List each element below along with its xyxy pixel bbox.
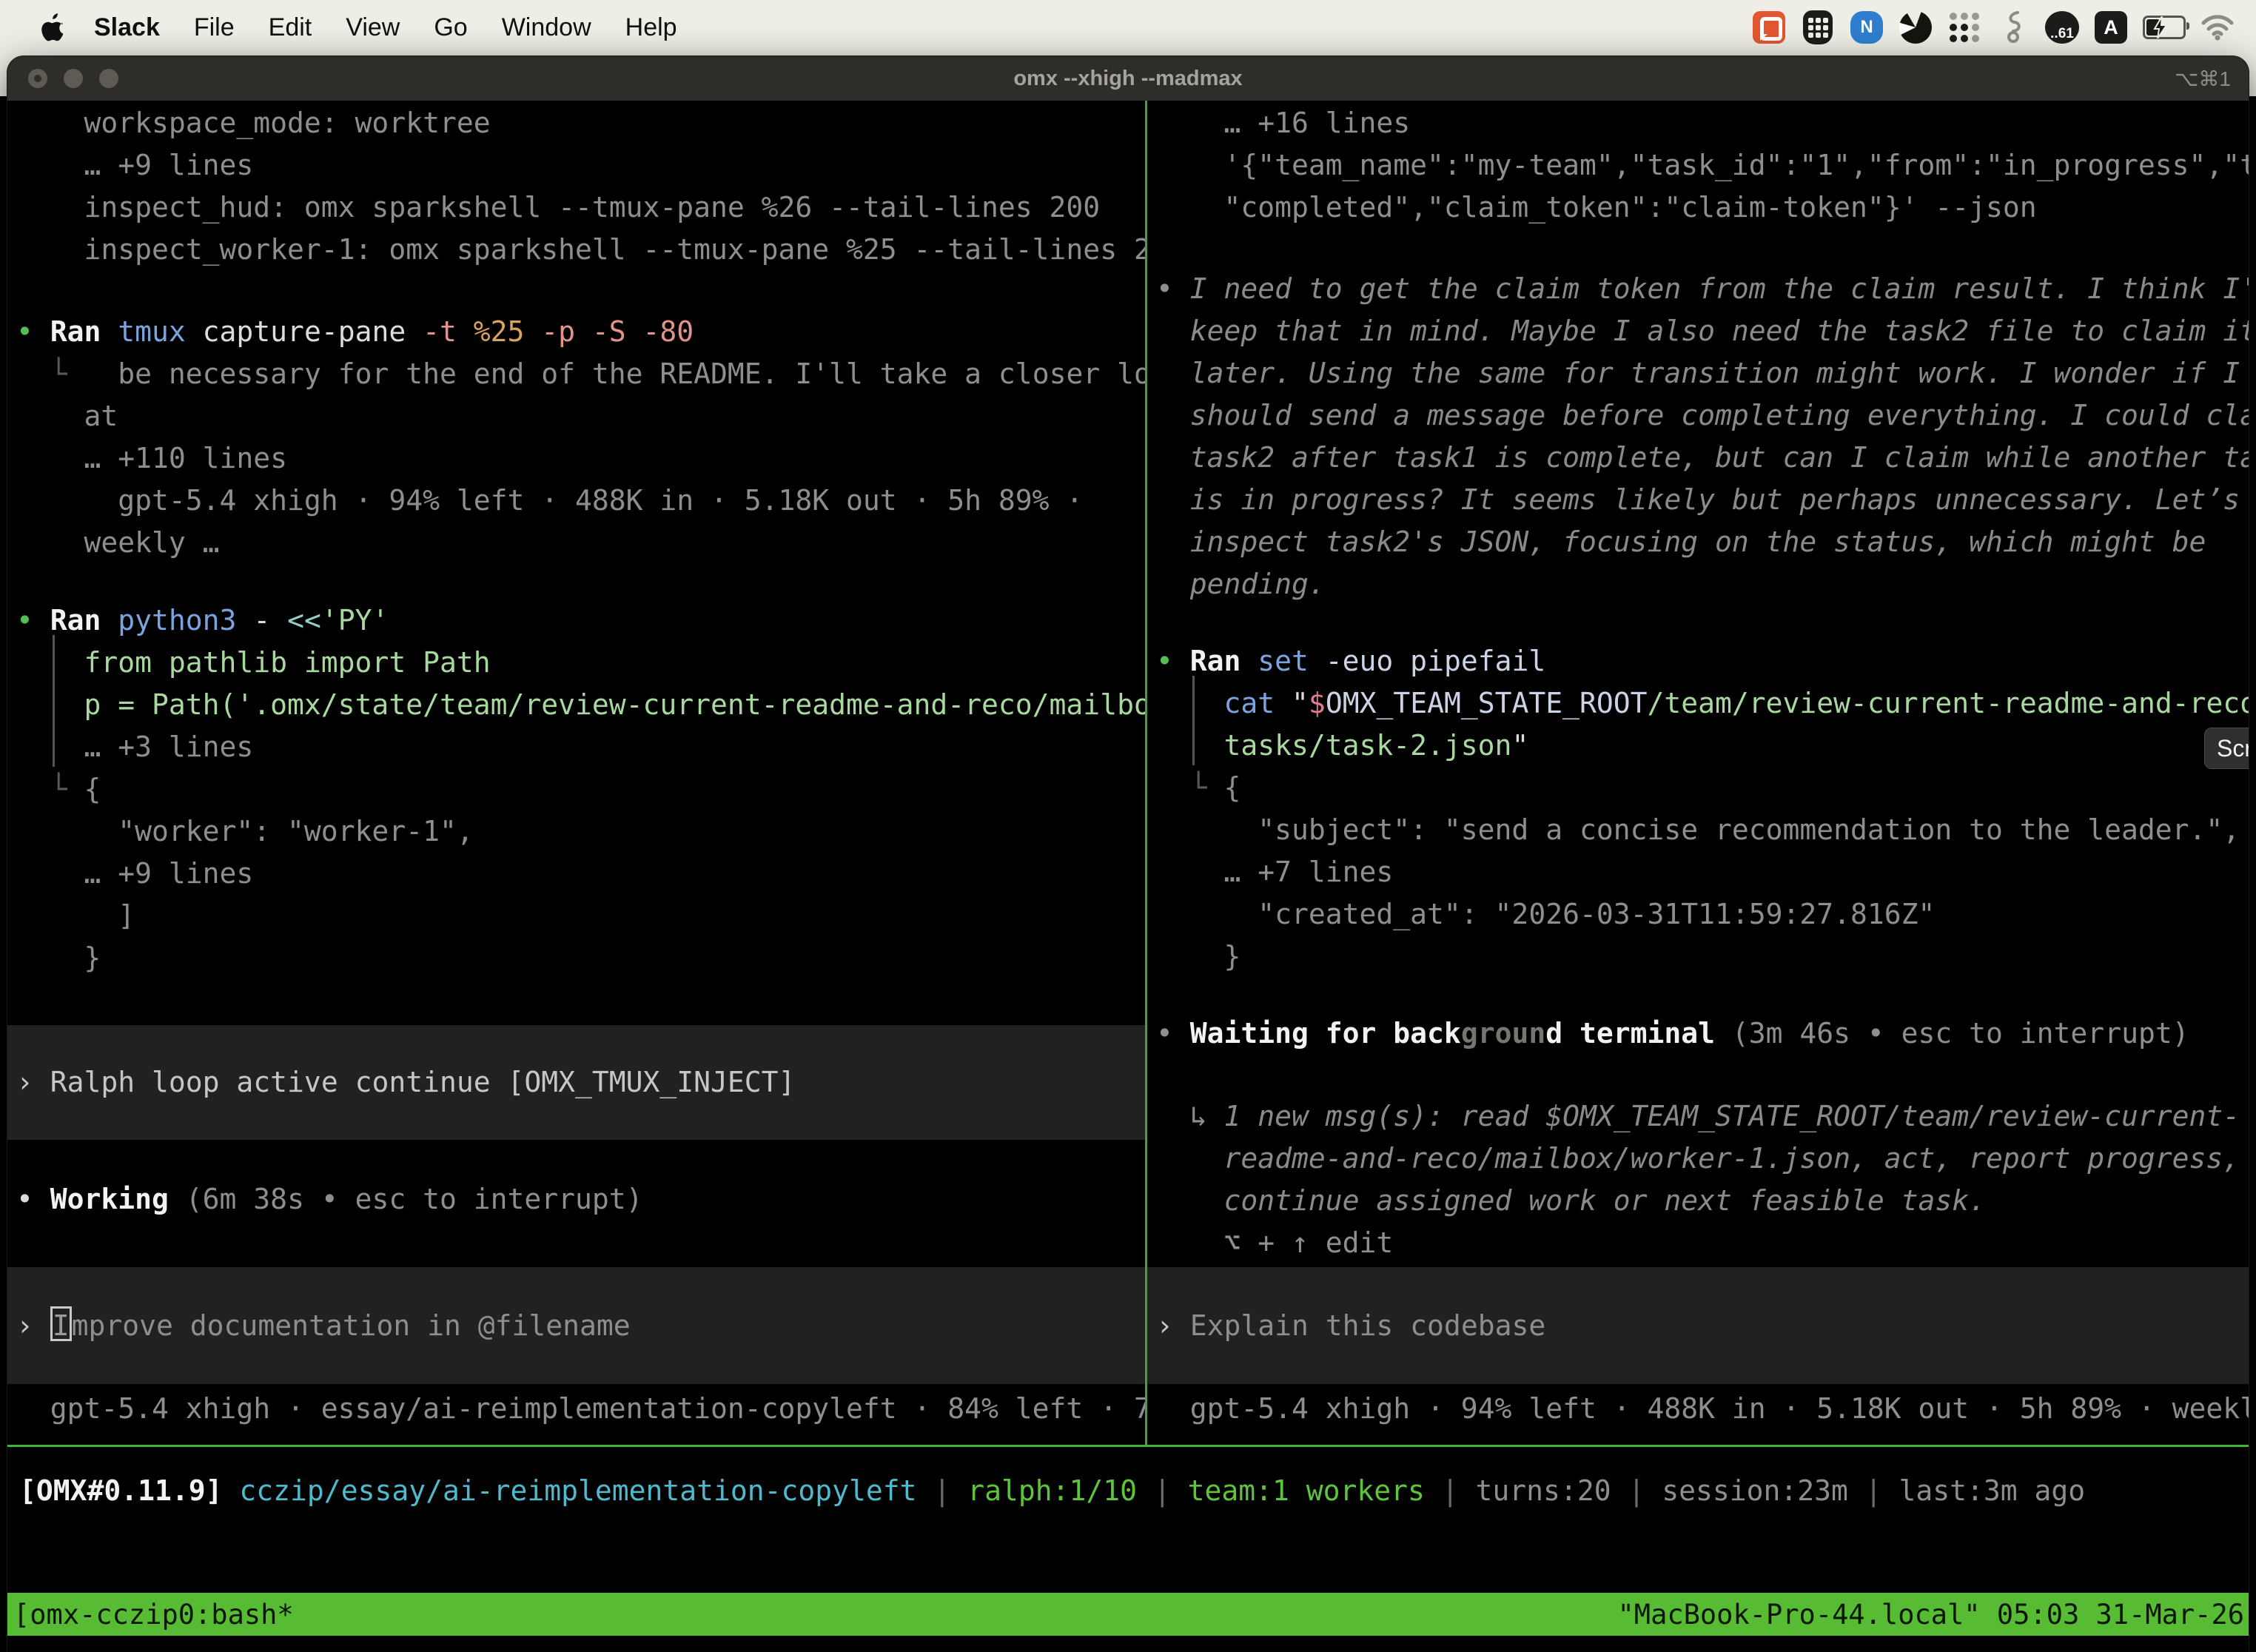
menu-bar: Slack File Edit View Go Window Help N xyxy=(0,0,2256,55)
right-thinking-block: • I need to get the claim token from the… xyxy=(1147,268,2249,605)
traffic-lights xyxy=(7,69,118,88)
keyboard-a-icon[interactable]: A xyxy=(2092,8,2130,47)
pane-right[interactable]: … +16 lines '{"team_name":"my-team","tas… xyxy=(1147,101,2249,1445)
tmux-status-bar: [omx-cczip0:bash* "MacBook-Pro-44.local"… xyxy=(7,1593,2249,1636)
wifi-icon[interactable] xyxy=(2198,8,2237,47)
dots-grid-icon[interactable] xyxy=(1945,8,1984,47)
ralph-loop-banner: › Ralph loop active continue [OMX_TMUX_I… xyxy=(7,1025,1145,1140)
menu-item-file[interactable]: File xyxy=(177,13,252,42)
hex-n-icon[interactable]: N xyxy=(1847,8,1886,47)
menu-item-view[interactable]: View xyxy=(329,13,417,42)
tree-connector xyxy=(1192,676,1205,765)
right-model-status-line: gpt-5.4 xhigh · 94% left · 488K in · 5.1… xyxy=(1147,1388,2249,1430)
window-shortcut: ⌥⌘1 xyxy=(2175,67,2231,91)
screen: Slack File Edit View Go Window Help N xyxy=(0,0,2256,1652)
right-message-block: ↳ 1 new msg(s): read $OMX_TEAM_STATE_ROO… xyxy=(1147,1095,2249,1264)
close-button[interactable] xyxy=(28,69,47,88)
apple-menu-icon[interactable] xyxy=(41,13,67,42)
prompt-input-right[interactable]: › Explain this codebase xyxy=(1147,1267,2249,1384)
left-log-block: workspace_mode: worktree … +9 lines insp… xyxy=(7,102,1145,271)
menu-bar-status-icons: N ..61 A xyxy=(1750,8,2256,47)
chat-app-icon[interactable] xyxy=(1750,8,1788,47)
window-title: omx --xhigh --madmax xyxy=(1013,67,1242,91)
right-cat-command-block: • Ran set -euo pipefail cat "$OMX_TEAM_S… xyxy=(1147,640,2249,978)
right-json-block: … +16 lines '{"team_name":"my-team","tas… xyxy=(1147,102,2249,229)
left-model-status-line: gpt-5.4 xhigh · essay/ai-reimplementatio… xyxy=(7,1388,1145,1430)
menu-item-window[interactable]: Window xyxy=(485,13,608,42)
terminal-content: workspace_mode: worktree … +9 lines insp… xyxy=(7,101,2249,1652)
zoom-button[interactable] xyxy=(99,69,118,88)
minimize-button[interactable] xyxy=(64,69,83,88)
hud-divider-line xyxy=(7,1445,2249,1447)
battery-icon[interactable] xyxy=(2141,8,2188,47)
menu-app-name[interactable]: Slack xyxy=(77,13,177,42)
tmux-session-label: [omx-cczip0:bash* xyxy=(7,1594,294,1636)
left-python-command-block: • Ran python3 - <<'PY' from pathlib impo… xyxy=(7,600,1145,979)
omx-hud-status-line: [OMX#0.11.9] cczip/essay/ai-reimplementa… xyxy=(7,1470,2249,1512)
menu-item-help[interactable]: Help xyxy=(608,13,694,42)
window-title-bar[interactable]: omx --xhigh --madmax ⌥⌘1 xyxy=(7,56,2249,101)
badge-61-icon[interactable]: ..61 xyxy=(2043,8,2081,47)
left-tmux-command-block: • Ran tmux capture-pane -t %25 -p -S -80… xyxy=(7,311,1145,564)
menu-item-edit[interactable]: Edit xyxy=(252,13,329,42)
terminal-window: omx --xhigh --madmax ⌥⌘1 workspace_mode:… xyxy=(7,56,2249,1652)
pane-left[interactable]: workspace_mode: worktree … +9 lines insp… xyxy=(7,101,1145,1445)
tree-connector xyxy=(53,635,65,767)
prompt-input-left[interactable]: › Improve documentation in @filename xyxy=(7,1267,1145,1384)
grid-shield-icon[interactable] xyxy=(1799,8,1837,47)
tmux-host-clock: "MacBook-Pro-44.local" 05:03 31-Mar-26 xyxy=(1618,1594,2249,1636)
working-status-line: • Working (6m 38s • esc to interrupt) xyxy=(7,1178,1145,1220)
waiting-status-line: • Waiting for background terminal (3m 46… xyxy=(1147,1013,2249,1055)
screen-share-overlay-button[interactable]: Scre xyxy=(2204,728,2249,769)
kaleido-icon[interactable] xyxy=(1896,8,1935,47)
serpent-icon[interactable] xyxy=(1994,8,2032,47)
menu-bar-left: Slack File Edit View Go Window Help xyxy=(0,13,694,42)
menu-item-go[interactable]: Go xyxy=(417,13,484,42)
